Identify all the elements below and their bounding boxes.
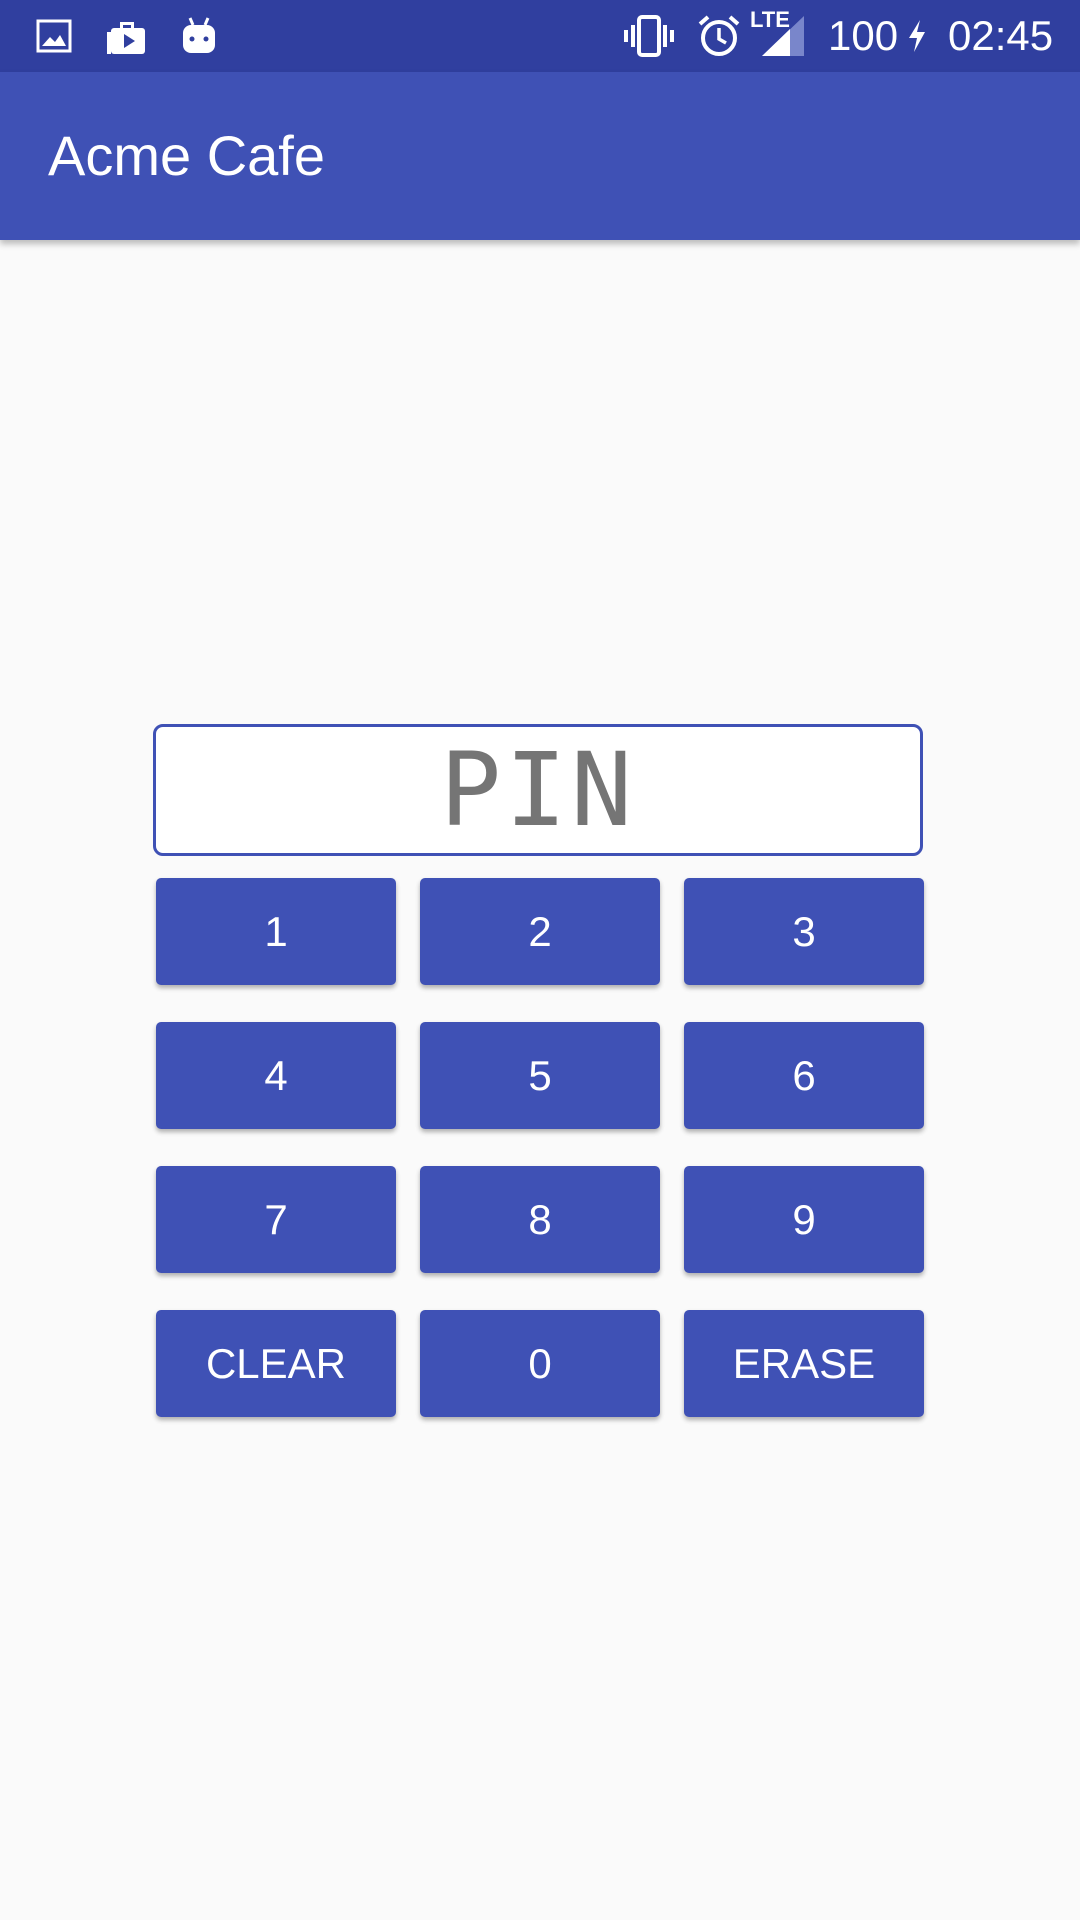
key-9-button[interactable]: 9 (684, 1166, 924, 1273)
pin-input[interactable]: PIN (153, 724, 923, 856)
clock: 02:45 (948, 12, 1054, 59)
android-icon (178, 0, 220, 72)
play-store-icon (104, 0, 150, 72)
signal-icon (758, 0, 808, 72)
key-5-button[interactable]: 5 (420, 1022, 660, 1129)
key-0-button[interactable]: 0 (420, 1310, 660, 1417)
key-2-button[interactable]: 2 (420, 878, 660, 985)
key-3-button[interactable]: 3 (684, 878, 924, 985)
key-8-button[interactable]: 8 (420, 1166, 660, 1273)
vibrate-icon (620, 0, 678, 72)
key-6-button[interactable]: 6 (684, 1022, 924, 1129)
image-icon (34, 0, 74, 72)
app-bar: Acme Cafe (0, 72, 1080, 240)
key-7-button[interactable]: 7 (156, 1166, 396, 1273)
clear-button[interactable]: CLEAR (156, 1310, 396, 1417)
charging-icon (904, 0, 930, 72)
alarm-icon (696, 0, 742, 72)
battery-level: 100 (828, 12, 899, 59)
pin-placeholder: PIN (439, 730, 637, 850)
key-1-button[interactable]: 1 (156, 878, 396, 985)
erase-button[interactable]: ERASE (684, 1310, 924, 1417)
status-bar: LTE 100 02:45 (0, 0, 1080, 72)
app-title: Acme Cafe (48, 124, 325, 187)
key-4-button[interactable]: 4 (156, 1022, 396, 1129)
